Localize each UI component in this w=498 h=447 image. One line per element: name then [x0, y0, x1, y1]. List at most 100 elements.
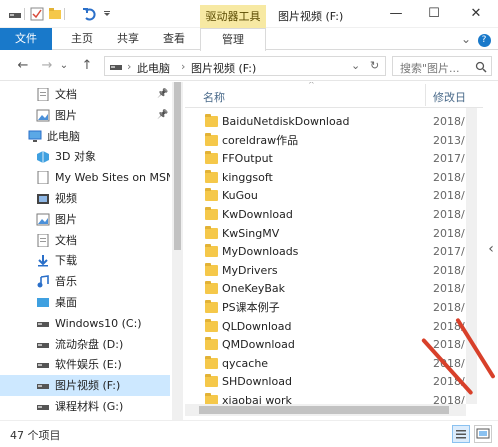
file-row[interactable]: PS课本例子 2018/: [185, 298, 465, 317]
recent-locations-button[interactable]: ⌄: [58, 57, 70, 75]
close-button[interactable]: ✕: [456, 0, 496, 28]
large-icons-view-button[interactable]: [474, 425, 492, 443]
refresh-icon[interactable]: ↻: [370, 59, 379, 72]
file-name: FFOutput: [222, 152, 273, 166]
breadcrumb-drive-f[interactable]: 图片视频 (F:): [191, 60, 256, 76]
drive-icon: [37, 363, 49, 369]
sidebar-item[interactable]: 此电脑: [0, 126, 170, 147]
search-input[interactable]: 搜索"图片...: [392, 56, 492, 76]
sidebar-item[interactable]: 文档 📌: [0, 84, 170, 105]
folder-icon: [205, 337, 218, 351]
sidebar-item[interactable]: 图片: [0, 209, 170, 230]
file-date: 2018/: [433, 301, 465, 314]
sidebar-item-label: 图片: [55, 212, 77, 226]
file-row[interactable]: KuGou 2018/: [185, 186, 465, 205]
sidebar-item-label: 3D 对象: [55, 150, 96, 164]
file-row[interactable]: BaiduNetdiskDownload 2018/: [185, 112, 465, 131]
sidebar-item[interactable]: 视频: [0, 188, 170, 209]
file-row[interactable]: QLDownload 2018/: [185, 317, 465, 336]
folder-icon: [205, 374, 218, 388]
forward-button[interactable]: →: [38, 57, 56, 75]
tab-file[interactable]: 文件: [0, 28, 52, 50]
pin-icon[interactable]: 📌: [157, 105, 168, 126]
navigation-pane-scroll-thumb[interactable]: [174, 82, 181, 250]
file-row[interactable]: FFOutput 2017/: [185, 149, 465, 168]
sidebar-item-label: 文档: [55, 88, 77, 101]
file-date: 2017/: [433, 245, 465, 259]
document-icon: [37, 233, 49, 247]
sidebar-item[interactable]: 软件娱乐 (E:): [0, 354, 170, 375]
drive-icon: [37, 342, 49, 348]
sidebar-item[interactable]: 下载: [0, 250, 170, 271]
file-list-scrollbar[interactable]: [466, 108, 477, 404]
sidebar-item[interactable]: 3D 对象: [0, 146, 170, 167]
collapse-ribbon-icon[interactable]: ⌄: [458, 28, 474, 50]
file-row[interactable]: SHDownload 2018/: [185, 372, 465, 391]
item-count: 47 个项目: [10, 429, 61, 442]
folder-icon: [205, 244, 218, 258]
details-view-icon: [456, 430, 466, 439]
customize-toolbar-icon[interactable]: [102, 6, 112, 22]
minimize-button[interactable]: —: [376, 0, 416, 28]
file-date: 2018/: [433, 338, 465, 352]
desktop-icon: [37, 298, 49, 307]
file-row[interactable]: qycache 2018/: [185, 354, 465, 373]
sidebar-item[interactable]: My Web Sites on MSN: [0, 167, 170, 188]
search-placeholder: 搜索"图片...: [400, 62, 460, 75]
up-button[interactable]: ↑: [78, 57, 96, 75]
sidebar-item-label: 图片: [55, 108, 77, 122]
address-bar[interactable]: › 此电脑 › 图片视频 (F:) ⌄ ↻: [104, 56, 386, 76]
file-row[interactable]: coreldraw作品 2013/: [185, 131, 465, 150]
column-header: ^ 名称 修改日: [185, 82, 483, 108]
navigation-pane: 文档 📌 图片 📌 此电脑 3D 对象 My Web Sites on MSN 视频 图片 文档下…: [0, 82, 183, 422]
breadcrumb-this-pc[interactable]: 此电脑: [137, 60, 170, 76]
details-view-button[interactable]: [452, 425, 470, 443]
file-row[interactable]: MyDrivers 2018/: [185, 261, 465, 280]
address-dropdown-icon[interactable]: ⌄: [351, 59, 360, 72]
tab-view[interactable]: 查看: [152, 28, 196, 50]
folder-icon: [205, 188, 218, 202]
back-button[interactable]: ←: [14, 57, 32, 75]
sidebar-item[interactable]: 图片视频 (F:): [0, 375, 170, 397]
file-row[interactable]: kinggsoft 2018/: [185, 168, 465, 187]
file-date: 2013/: [433, 133, 465, 147]
sidebar-item-label: 视频: [55, 192, 77, 205]
file-date: 2018/: [433, 170, 465, 184]
properties-icon[interactable]: [30, 6, 44, 22]
sidebar-item[interactable]: Windows10 (C:): [0, 313, 170, 334]
sidebar-item[interactable]: 流动杂盘 (D:): [0, 334, 170, 355]
expand-pane-chevron-icon[interactable]: ‹: [484, 238, 498, 260]
horizontal-scrollbar[interactable]: [185, 404, 466, 416]
contextual-tab-drive-tools: 驱动器工具: [200, 5, 266, 28]
file-row[interactable]: KwSingMV 2018/: [185, 224, 465, 243]
sort-indicator-icon: ^: [308, 82, 315, 89]
folder-icon: [205, 169, 218, 183]
file-name: KwDownload: [222, 208, 293, 221]
file-name: BaiduNetdiskDownload: [222, 115, 350, 128]
file-row[interactable]: KwDownload 2018/: [185, 205, 465, 224]
folder-icon: [205, 114, 218, 127]
column-date-modified[interactable]: 修改日: [433, 89, 466, 105]
sidebar-item[interactable]: 文档: [0, 230, 170, 251]
tab-share[interactable]: 共享: [106, 28, 150, 50]
file-row[interactable]: OneKeyBak 2018/: [185, 279, 465, 298]
navigation-pane-scrollbar[interactable]: [172, 82, 183, 420]
document-icon: [37, 88, 49, 101]
new-folder-icon[interactable]: [48, 6, 62, 22]
undo-icon[interactable]: [82, 6, 98, 22]
sidebar-item[interactable]: 图片 📌: [0, 105, 170, 126]
sidebar-item[interactable]: 音乐: [0, 271, 170, 292]
tab-home[interactable]: 主页: [60, 28, 104, 50]
horizontal-scroll-thumb[interactable]: [199, 406, 449, 414]
window-title: 图片视频 (F:): [278, 10, 344, 23]
tab-manage[interactable]: 管理: [200, 28, 266, 51]
file-row[interactable]: MyDownloads 2017/: [185, 242, 465, 261]
file-name: QLDownload: [222, 319, 292, 333]
pin-icon[interactable]: 📌: [157, 84, 168, 105]
sidebar-item[interactable]: 桌面: [0, 292, 170, 313]
help-icon[interactable]: ?: [477, 34, 491, 47]
file-date: 2018/: [433, 189, 465, 203]
maximize-button[interactable]: ☐: [414, 0, 454, 28]
column-name[interactable]: 名称: [203, 89, 225, 105]
sidebar-item[interactable]: 课程材料 (G:): [0, 396, 170, 417]
